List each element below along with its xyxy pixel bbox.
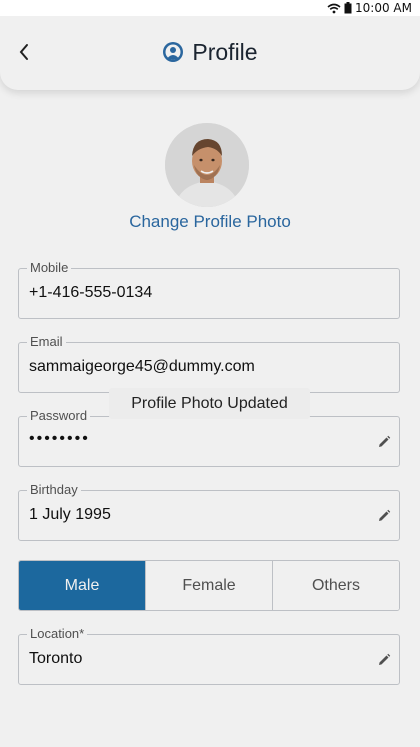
- location-field[interactable]: Location* Toronto: [18, 626, 400, 685]
- edit-password-pencil-icon[interactable]: [377, 435, 391, 449]
- gender-selector: Male Female Others: [18, 560, 400, 611]
- battery-icon: [344, 2, 352, 14]
- user-circle-icon: [163, 42, 184, 62]
- password-field[interactable]: Password ••••••••: [18, 408, 400, 467]
- location-label: Location*: [27, 626, 88, 641]
- status-icons: 10:00 AM: [327, 1, 420, 15]
- mobile-value: +1-416-555-0134: [29, 284, 153, 301]
- toast-message: Profile Photo Updated: [109, 388, 310, 419]
- email-field[interactable]: Email sammaigeorge45@dummy.com: [18, 334, 400, 393]
- location-value: Toronto: [29, 650, 83, 667]
- birthday-value: 1 July 1995: [29, 506, 111, 523]
- mobile-label: Mobile: [27, 260, 72, 275]
- gender-option-male[interactable]: Male: [19, 561, 145, 610]
- password-label: Password: [27, 408, 91, 423]
- birthday-label: Birthday: [27, 482, 81, 497]
- email-value: sammaigeorge45@dummy.com: [29, 358, 255, 375]
- profile-screen: Profile Change Profile Photo Mobile +1-4…: [0, 16, 420, 747]
- email-label: Email: [27, 334, 66, 349]
- wifi-icon: [327, 3, 341, 13]
- gender-option-others[interactable]: Others: [272, 561, 399, 610]
- edit-birthday-pencil-icon[interactable]: [377, 509, 391, 523]
- avatar[interactable]: [165, 123, 249, 207]
- page-title: Profile: [192, 38, 258, 65]
- change-profile-photo-link[interactable]: Change Profile Photo: [0, 212, 420, 232]
- password-value: ••••••••: [29, 430, 90, 447]
- header-title-group: Profile: [0, 36, 420, 68]
- edit-location-pencil-icon[interactable]: [377, 653, 391, 667]
- avatar-photo: [165, 123, 249, 207]
- status-bar: 10:00 AM: [0, 0, 420, 16]
- gender-option-female[interactable]: Female: [145, 561, 272, 610]
- app-header: Profile: [0, 16, 420, 90]
- birthday-field[interactable]: Birthday 1 July 1995: [18, 482, 400, 541]
- mobile-field[interactable]: Mobile +1-416-555-0134: [18, 260, 400, 319]
- status-time: 10:00 AM: [355, 1, 412, 15]
